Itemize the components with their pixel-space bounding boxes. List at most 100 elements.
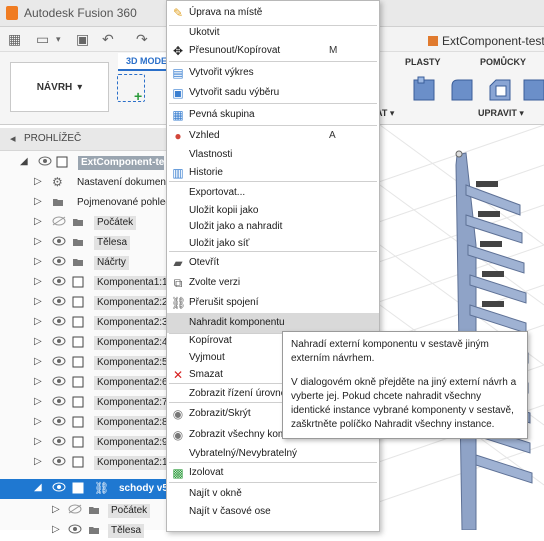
expand-arrow-icon[interactable]: ▷ — [34, 396, 42, 407]
tree-item-telesa[interactable]: ▷ Tělesa — [0, 521, 170, 541]
tree-item-komponenta[interactable]: ▷ Komponenta2:8 — [0, 413, 171, 433]
menu-item-najit-casova-osa[interactable]: Najít v časové ose — [167, 502, 379, 522]
eye-icon[interactable] — [52, 356, 66, 366]
eye-icon[interactable] — [52, 456, 66, 466]
menu-item-najit-okno[interactable]: Najít v okně — [167, 484, 379, 504]
expand-arrow-icon[interactable]: ▷ — [34, 176, 42, 187]
eye-icon[interactable] — [52, 256, 66, 266]
tree-item-label: Komponenta2:5 — [94, 356, 171, 370]
eye-icon[interactable] — [52, 236, 66, 246]
browser-tree: ◢ ExtComponent-te ▷ ⚙ Nastavení dokument… — [0, 151, 177, 538]
tree-item-telesa[interactable]: ▷ Tělesa — [0, 233, 170, 253]
menu-item-ukotvit[interactable]: Ukotvit — [167, 23, 379, 43]
expand-arrow-icon[interactable]: ▷ — [34, 356, 42, 367]
file-icon[interactable]: ▭ — [36, 31, 49, 48]
tree-item-pocatek[interactable]: ▷ Počátek — [0, 501, 170, 521]
tree-item-label: Pojmenované pohledy — [77, 197, 176, 208]
folder-icon — [73, 259, 83, 266]
tree-root[interactable]: ◢ ExtComponent-te — [0, 153, 170, 173]
expand-arrow-icon[interactable]: ▷ — [34, 316, 42, 327]
menu-item-izolovat[interactable]: ▩ Izolovat — [167, 463, 379, 483]
chevron-down-icon[interactable]: ▾ — [56, 34, 61, 45]
move-icon: ✥ — [172, 44, 184, 58]
expand-arrow-icon[interactable]: ▷ — [34, 196, 42, 207]
ribbon-group-pomucky[interactable]: POMŮCKY — [480, 57, 526, 67]
ribbon-group-plasty[interactable]: PLASTY — [405, 57, 441, 67]
tree-item-komponenta[interactable]: ▷ Komponenta2:10 — [0, 453, 177, 473]
expand-arrow-icon[interactable]: ▷ — [34, 436, 42, 447]
menu-item-sada-vyberu[interactable]: ▣ Vytvořit sadu výběru — [167, 83, 379, 103]
expand-arrow-icon[interactable]: ◢ — [34, 482, 42, 493]
eye-hidden-icon[interactable] — [52, 216, 66, 226]
fillet-icon[interactable] — [448, 76, 478, 104]
eye-icon[interactable] — [52, 436, 66, 446]
expand-arrow-icon[interactable]: ▷ — [34, 296, 42, 307]
menu-item-otevrit[interactable]: ▰ Otevřít — [167, 253, 379, 273]
tree-item-komponenta[interactable]: ▷ Komponenta2:9 — [0, 433, 171, 453]
eye-icon[interactable] — [52, 416, 66, 426]
eye-icon: ◉ — [172, 407, 184, 421]
document-tab[interactable]: ExtComponent-test v — [428, 34, 544, 48]
expand-arrow-icon[interactable]: ▷ — [34, 236, 42, 247]
menu-item-nahradit-komponentu[interactable]: Nahradit komponentu — [167, 313, 379, 333]
workspace-switcher[interactable]: NÁVRH ▾ — [10, 62, 109, 112]
eye-icon[interactable] — [52, 376, 66, 386]
eye-icon[interactable] — [68, 524, 82, 534]
tree-item-komponenta[interactable]: ▷ Komponenta1:1 — [0, 273, 171, 293]
menu-item-vlastnosti[interactable]: Vlastnosti — [167, 145, 379, 165]
expand-arrow-icon[interactable]: ◢ — [20, 156, 28, 167]
tree-item-selected[interactable]: ◢ ⛓ schody v5 — [0, 479, 170, 499]
menu-item-exportovat[interactable]: Exportovat... — [167, 183, 379, 203]
undo-icon[interactable]: ↶ — [102, 31, 114, 48]
eye-icon[interactable] — [52, 296, 66, 306]
eye-icon[interactable] — [52, 316, 66, 326]
tree-item-komponenta[interactable]: ▷ Komponenta2:4 — [0, 333, 171, 353]
tree-item-nastaveni[interactable]: ▷ ⚙ Nastavení dokumentu — [0, 173, 174, 193]
eye-hidden-icon[interactable] — [68, 504, 82, 514]
eye-icon[interactable] — [38, 156, 52, 166]
expand-arrow-icon[interactable]: ▷ — [34, 376, 42, 387]
plus-icon: + — [134, 88, 143, 104]
menu-item-presunout[interactable]: ✥ Přesunout/Kopírovat M — [167, 41, 379, 61]
gear-icon: ⚙ — [52, 175, 63, 189]
tree-item-komponenta[interactable]: ▷ Komponenta2:5 — [0, 353, 171, 373]
eye-icon[interactable] — [52, 482, 66, 492]
grid-menu-icon[interactable]: ▦ — [8, 31, 21, 48]
tree-item-pocatek[interactable]: ▷ Počátek — [0, 213, 170, 233]
component-icon — [56, 156, 68, 168]
chamfer-icon[interactable] — [486, 76, 516, 104]
folder-icon — [73, 219, 83, 226]
tree-item-komponenta[interactable]: ▷ Komponenta2:7 — [0, 393, 171, 413]
workspace-label: NÁVRH — [36, 81, 73, 93]
menu-item-vzhled[interactable]: ● Vzhled A — [167, 126, 379, 146]
eye-icon[interactable] — [52, 276, 66, 286]
expand-arrow-icon[interactable]: ▷ — [34, 336, 42, 347]
tree-item-nacrty[interactable]: ▷ Náčrty — [0, 253, 170, 273]
menu-item-historie[interactable]: ▥ Historie — [167, 163, 379, 183]
save-icon[interactable]: ▣ — [76, 31, 89, 48]
menu-item-zvolte-verzi[interactable]: ⧉ Zvolte verzi — [167, 273, 379, 293]
expand-arrow-icon[interactable]: ▷ — [52, 504, 60, 515]
collapse-icon[interactable]: ◂ — [10, 132, 16, 145]
tree-item-komponenta[interactable]: ▷ Komponenta2:3 — [0, 313, 171, 333]
expand-arrow-icon[interactable]: ▷ — [34, 416, 42, 427]
menu-item-prerusit[interactable]: ⛓ Přerušit spojení — [167, 293, 379, 313]
tree-item-komponenta[interactable]: ▷ Komponenta2:6 — [0, 373, 171, 393]
expand-arrow-icon[interactable]: ▷ — [34, 276, 42, 287]
menu-item-uprava[interactable]: ✎ Úprava na místě — [167, 3, 379, 23]
menu-item-vykres[interactable]: ▤ Vytvořit výkres — [167, 63, 379, 83]
browser-title: PROHLÍŽEČ — [24, 133, 82, 144]
shell-icon[interactable] — [520, 76, 544, 104]
press-pull-icon[interactable] — [410, 76, 440, 104]
tree-item-komponenta[interactable]: ▷ Komponenta2:2 — [0, 293, 171, 313]
menu-item-pevna-skupina[interactable]: ▦ Pevná skupina — [167, 105, 379, 125]
expand-arrow-icon[interactable]: ▷ — [34, 216, 42, 227]
eye-icon[interactable] — [52, 336, 66, 346]
ribbon-group-upravit[interactable]: UPRAVIT ▾ — [478, 108, 524, 119]
expand-arrow-icon[interactable]: ▷ — [34, 456, 42, 467]
tree-item-pohledy[interactable]: ▷ Pojmenované pohledy — [0, 193, 176, 213]
redo-icon[interactable]: ↷ — [136, 31, 148, 48]
eye-icon[interactable] — [52, 396, 66, 406]
menu-item-vybratelny[interactable]: Vybratelný/Nevybratelný — [167, 444, 379, 464]
expand-arrow-icon[interactable]: ▷ — [34, 256, 42, 267]
